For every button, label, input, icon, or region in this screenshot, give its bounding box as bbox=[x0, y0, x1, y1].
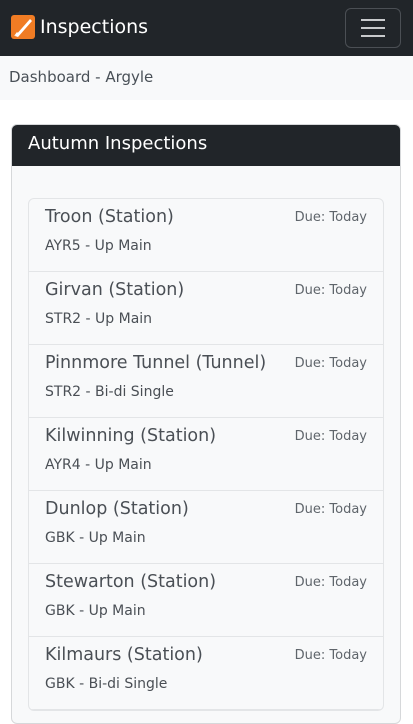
inspections-card: Autumn Inspections Troon (Station) AYR5 -… bbox=[11, 124, 401, 724]
due-date: Due: Today bbox=[294, 575, 367, 590]
brand-title: Inspections bbox=[40, 16, 149, 38]
list-item[interactable]: Pinnmore Tunnel (Tunnel) STR2 - Bi-di Sin… bbox=[29, 345, 383, 418]
breadcrumb-bar: Dashboard - Argyle bbox=[0, 56, 413, 100]
inspection-name: Troon (Station) bbox=[45, 207, 174, 227]
due-date: Due: Today bbox=[294, 356, 367, 371]
top-navbar: Inspections bbox=[0, 0, 413, 56]
inspection-location: GBK - Up Main bbox=[45, 530, 146, 546]
inspection-location: GBK - Up Main bbox=[45, 603, 146, 619]
inspection-location: STR2 - Bi-di Single bbox=[45, 384, 174, 400]
due-date: Due: Today bbox=[294, 648, 367, 663]
list-item[interactable]: Kilwinning (Station) AYR4 - Up Main Due: T… bbox=[29, 418, 383, 491]
inspection-name: Stewarton (Station) bbox=[45, 572, 217, 592]
menu-toggle-button[interactable] bbox=[345, 8, 401, 48]
hamburger-menu-icon bbox=[361, 19, 385, 38]
list-item[interactable]: Kilmaurs (Station) GBK - Bi-di Single Due:… bbox=[29, 637, 383, 710]
inspection-location: GBK - Bi-di Single bbox=[45, 676, 168, 692]
list-item[interactable]: Dunlop (Station) GBK - Up Main Due: Today bbox=[29, 491, 383, 564]
inspection-location: AYR5 - Up Main bbox=[45, 238, 152, 254]
inspection-location: STR2 - Up Main bbox=[45, 311, 153, 327]
list-item[interactable]: Stewarton (Station) GBK - Up Main Due: Tod… bbox=[29, 564, 383, 637]
inspection-name: Girvan (Station) bbox=[45, 280, 185, 300]
list-item[interactable]: Girvan (Station) STR2 - Up Main Due: Today bbox=[29, 272, 383, 345]
list-item[interactable]: Troon (Station) AYR5 - Up Main Due: Today bbox=[29, 199, 383, 272]
inspections-logo-icon bbox=[11, 15, 35, 39]
card-title: Autumn Inspections bbox=[12, 125, 400, 166]
inspection-list: Troon (Station) AYR5 - Up Main Due: Today G… bbox=[28, 198, 384, 711]
inspection-name: Kilwinning (Station) bbox=[45, 426, 217, 446]
due-date: Due: Today bbox=[294, 429, 367, 444]
breadcrumb: Dashboard - Argyle bbox=[9, 68, 154, 86]
inspection-location: AYR4 - Up Main bbox=[45, 457, 152, 473]
due-date: Due: Today bbox=[294, 210, 367, 225]
due-date: Due: Today bbox=[294, 283, 367, 298]
inspection-name: Dunlop (Station) bbox=[45, 499, 189, 519]
inspection-name: Pinnmore Tunnel (Tunnel) bbox=[45, 353, 267, 373]
brand-link[interactable]: Inspections bbox=[11, 14, 148, 40]
inspection-name: Kilmaurs (Station) bbox=[45, 645, 203, 665]
due-date: Due: Today bbox=[294, 502, 367, 517]
